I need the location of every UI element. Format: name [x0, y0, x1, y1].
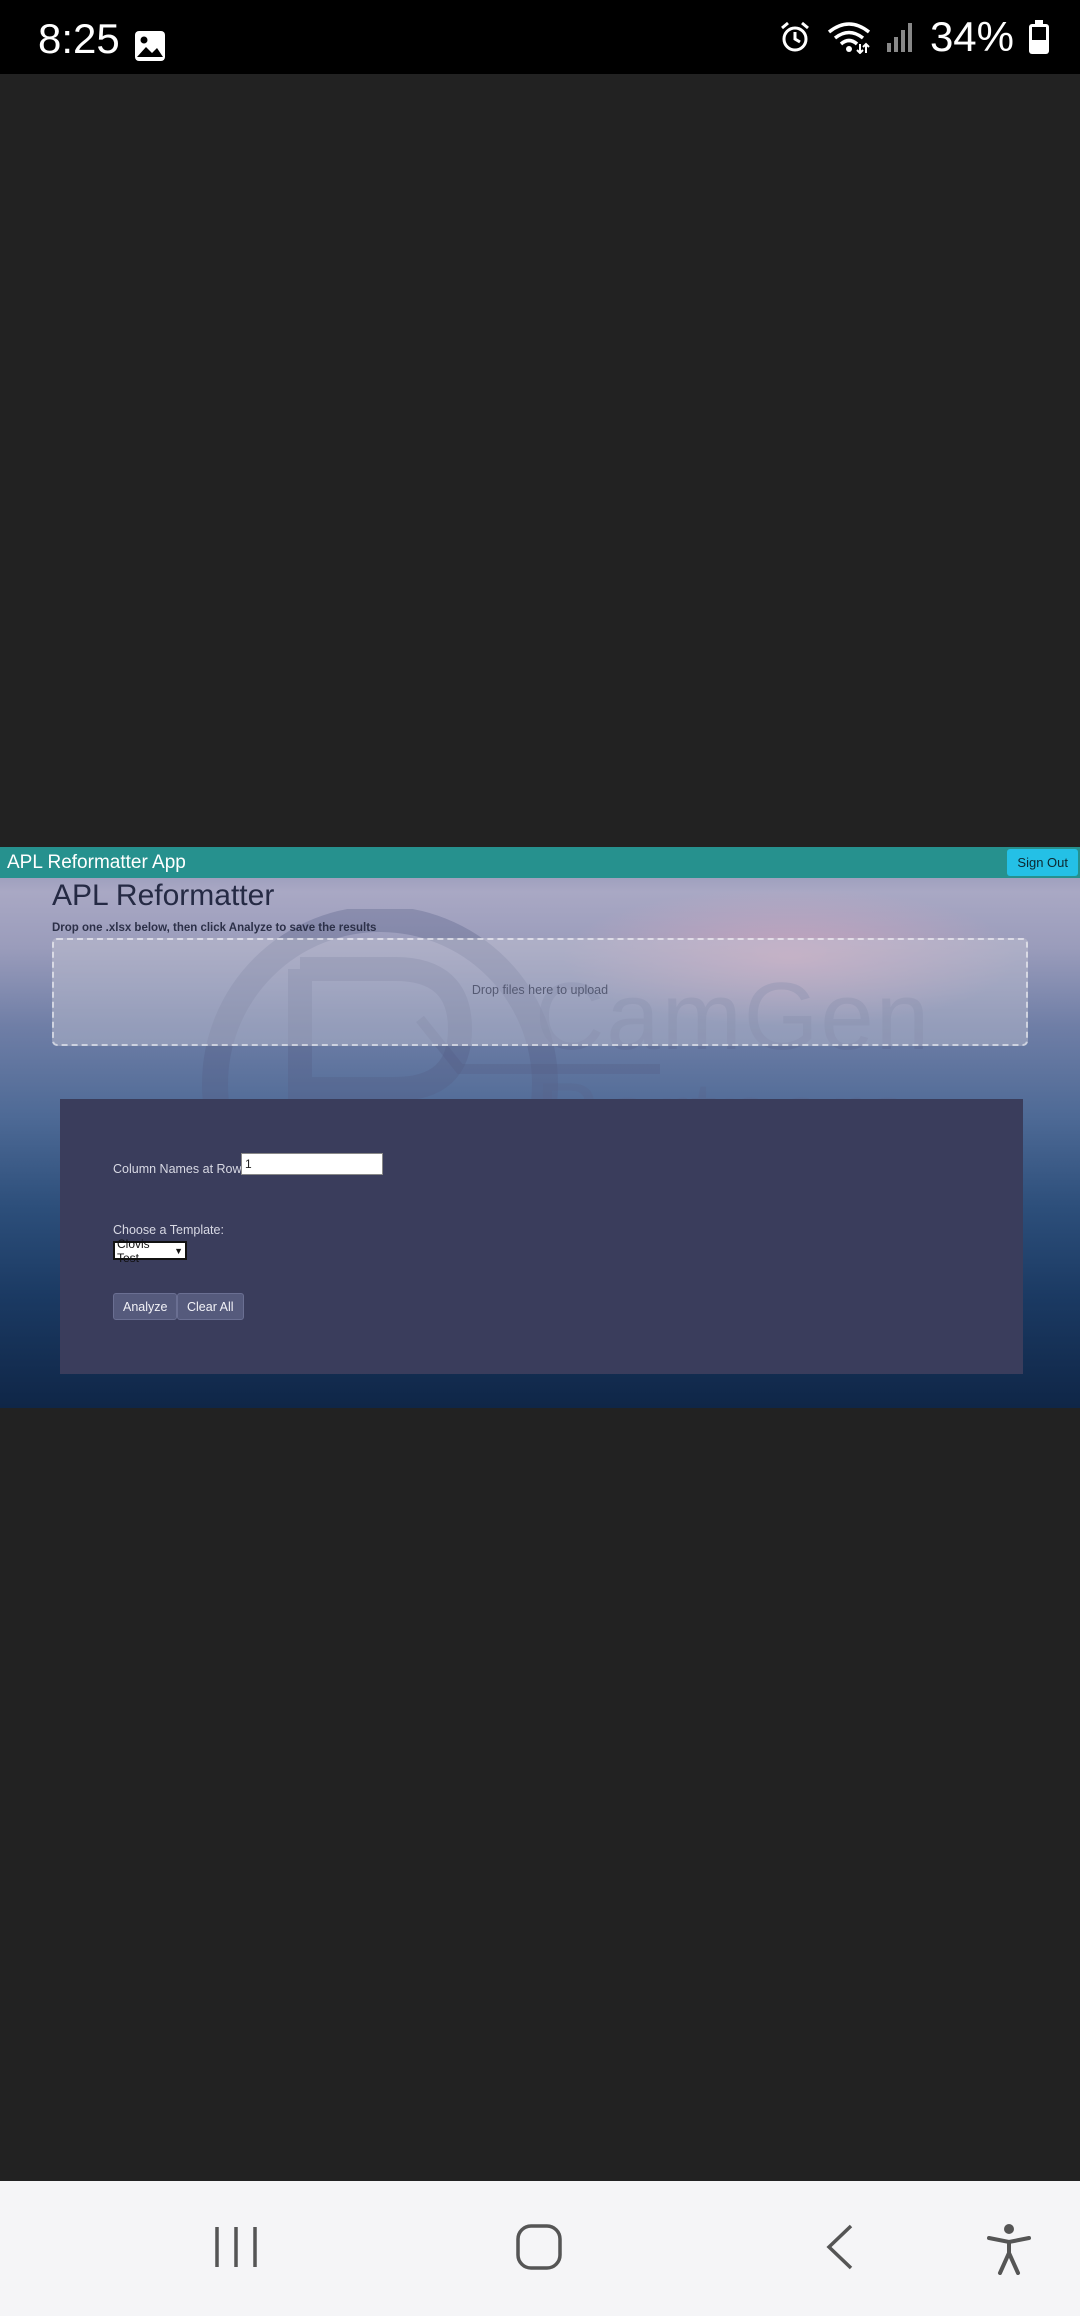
- clear-all-button[interactable]: Clear All: [177, 1293, 244, 1320]
- signal-icon: [886, 23, 912, 52]
- options-panel: Column Names at Row: Choose a Template: …: [60, 1099, 1023, 1374]
- page-title: APL Reformatter: [52, 879, 275, 912]
- alarm-icon: [780, 21, 809, 52]
- file-dropzone[interactable]: Drop files here to upload: [52, 938, 1028, 1046]
- back-icon[interactable]: [823, 2223, 857, 2271]
- gallery-icon: [135, 31, 165, 61]
- column-row-label: Column Names at Row:: [113, 1162, 245, 1176]
- analyze-button[interactable]: Analyze: [113, 1293, 178, 1320]
- template-selected-value: Clovis Test: [117, 1236, 150, 1265]
- dropzone-text: Drop files here to upload: [471, 983, 609, 997]
- wifi-icon: [827, 22, 871, 54]
- battery-percent: 34%: [929, 13, 1014, 60]
- template-select[interactable]: Clovis Test ▼: [113, 1237, 187, 1265]
- template-label: Choose a Template:: [113, 1223, 224, 1237]
- app-header-title: APL Reformatter App: [7, 852, 186, 873]
- column-row-input[interactable]: [241, 1153, 383, 1175]
- app-viewport: CamGen Partners APL Reformatter App Sign…: [0, 847, 1080, 1408]
- system-nav-bar: [0, 2181, 1080, 2316]
- status-icons: 34%: [778, 14, 1050, 60]
- chevron-down-icon: ▼: [174, 1245, 183, 1256]
- battery-icon: [1029, 20, 1049, 54]
- status-time: 8:25: [38, 15, 120, 62]
- home-icon[interactable]: [515, 2223, 563, 2271]
- app-header: APL Reformatter App Sign Out: [0, 847, 1080, 878]
- status-bar: 8:25 34%: [0, 0, 1080, 74]
- sign-out-button[interactable]: Sign Out: [1007, 849, 1078, 876]
- instructions-text: Drop one .xlsx below, then click Analyze…: [52, 922, 377, 934]
- accessibility-icon[interactable]: [986, 2223, 1032, 2275]
- recents-icon[interactable]: [213, 2223, 259, 2271]
